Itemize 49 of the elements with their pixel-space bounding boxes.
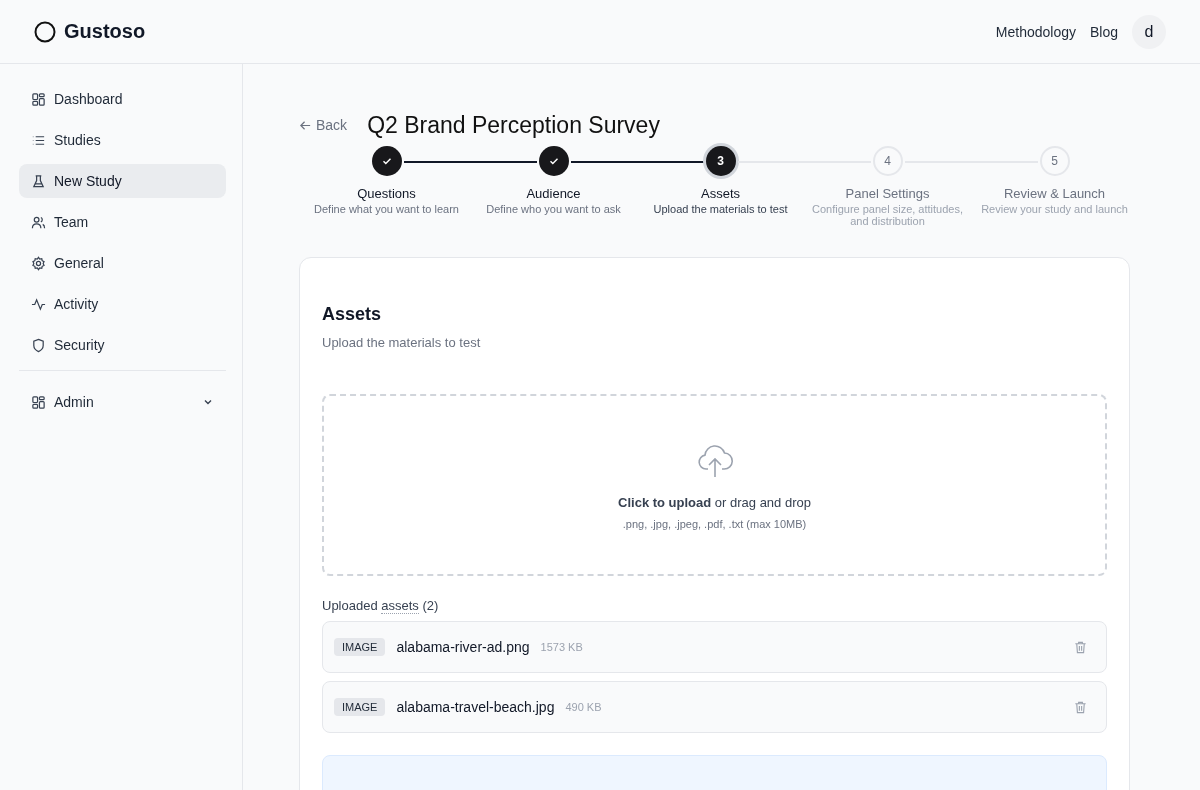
file-type-badge: IMAGE bbox=[334, 638, 386, 656]
step-title: Review & Launch bbox=[1003, 186, 1106, 201]
step-description: Define who you want to ask bbox=[485, 203, 622, 215]
file-type-hint: .png, .jpg, .jpeg, .pdf, .txt (max 10MB) bbox=[622, 517, 807, 530]
sidebar-item[interactable]: Activity bbox=[19, 287, 226, 321]
step-description: Define what you want to learn bbox=[313, 203, 460, 215]
trash-icon[interactable] bbox=[1073, 639, 1088, 655]
upload-instruction: Click to upload or drag and drop bbox=[618, 494, 811, 510]
logo-icon bbox=[34, 20, 56, 43]
flask-icon bbox=[31, 173, 46, 189]
sidebar-item[interactable]: Studies bbox=[19, 123, 226, 157]
brand-name: Gustoso bbox=[64, 20, 146, 43]
card-title: Assets bbox=[322, 304, 383, 325]
card-subtitle: Upload the materials to test bbox=[322, 335, 482, 350]
step-description: Configure panel size, attitudes, and distribution bbox=[810, 203, 964, 227]
file-size: 1573 KB bbox=[540, 641, 584, 653]
page-title: Q2 Brand Perception Survey bbox=[367, 111, 660, 139]
pulse-icon bbox=[31, 296, 46, 312]
step-description: Review your study and launch bbox=[980, 203, 1129, 215]
sidebar-item[interactable]: Team bbox=[19, 205, 226, 239]
upload-dropzone[interactable]: Click to upload or drag and drop .png, .jpg, .jpeg, .pdf, .txt (max 10MB) bbox=[322, 394, 1107, 576]
nav-link[interactable]: Blog bbox=[1089, 23, 1118, 40]
step-circle: 3 bbox=[705, 146, 736, 176]
sidebar-item[interactable]: Admin bbox=[19, 385, 226, 419]
step-title: Questions bbox=[357, 186, 416, 201]
trash-icon[interactable] bbox=[1073, 699, 1088, 715]
sidebar-item[interactable]: New Study bbox=[19, 164, 226, 198]
step-description: Upload the materials to test bbox=[652, 203, 789, 215]
grid-icon bbox=[31, 91, 46, 107]
settings-icon bbox=[31, 255, 46, 271]
sidebar-item[interactable]: General bbox=[19, 246, 226, 280]
back-link[interactable]: Back bbox=[299, 117, 348, 133]
step-circle: 5 bbox=[1039, 146, 1070, 176]
file-type-badge: IMAGE bbox=[334, 698, 386, 716]
avatar[interactable]: d bbox=[1132, 14, 1166, 49]
file-name: alabama-travel-beach.jpg bbox=[396, 699, 555, 715]
users-icon bbox=[31, 214, 46, 230]
sidebar-item[interactable]: Dashboard bbox=[19, 82, 226, 116]
nav-link[interactable]: Methodology bbox=[995, 23, 1076, 40]
shield-icon bbox=[31, 337, 46, 353]
step-title: Panel Settings bbox=[845, 186, 930, 201]
file-size: 490 KB bbox=[565, 701, 603, 713]
file-name: alabama-river-ad.png bbox=[396, 639, 530, 655]
step-title: Assets bbox=[701, 186, 740, 201]
step-title: Audience bbox=[526, 186, 581, 201]
step-circle: 4 bbox=[872, 146, 903, 176]
grid-icon bbox=[31, 394, 46, 410]
sidebar-item[interactable]: Security bbox=[19, 328, 226, 362]
uploaded-heading: Uploaded assets (2) bbox=[322, 598, 440, 613]
